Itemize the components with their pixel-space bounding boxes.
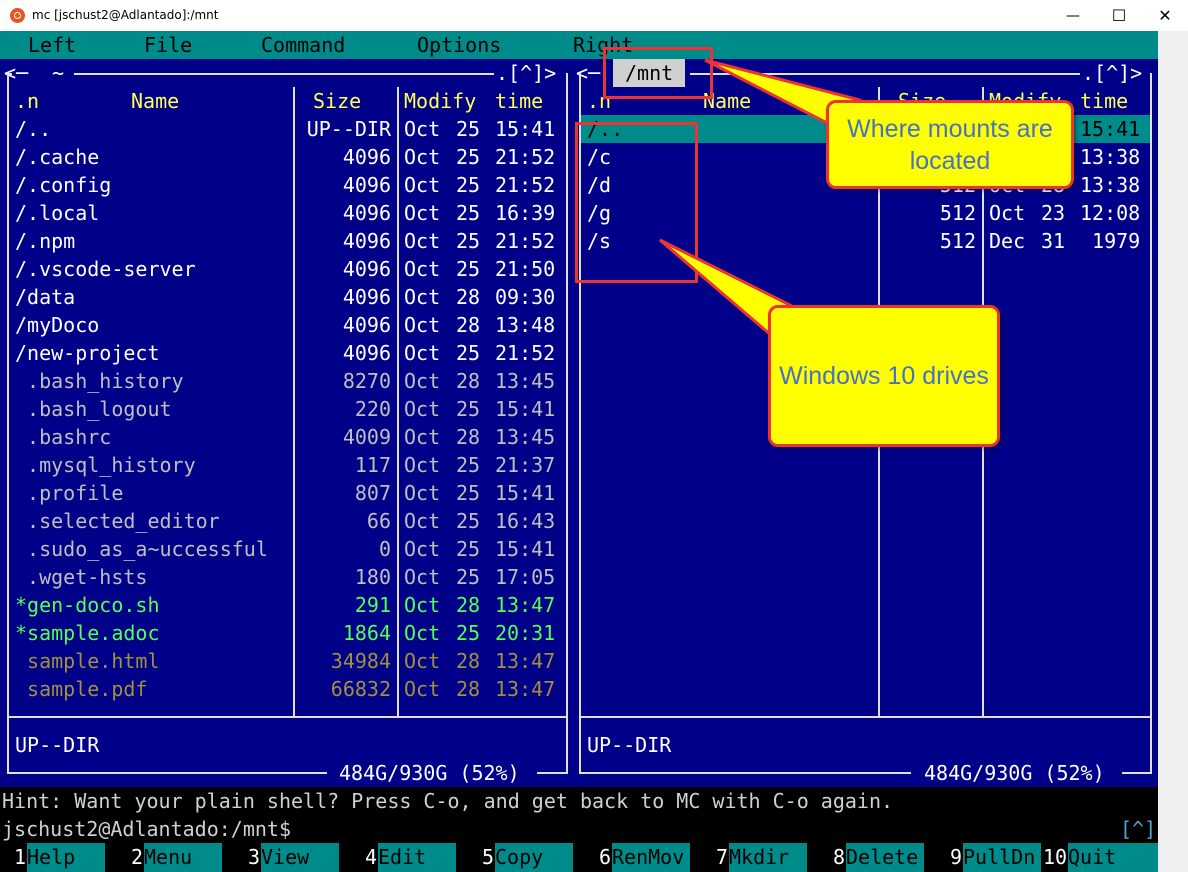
callout-drives: Windows 10 drives <box>768 305 1000 447</box>
callout-mounts: Where mounts are located <box>826 100 1074 189</box>
